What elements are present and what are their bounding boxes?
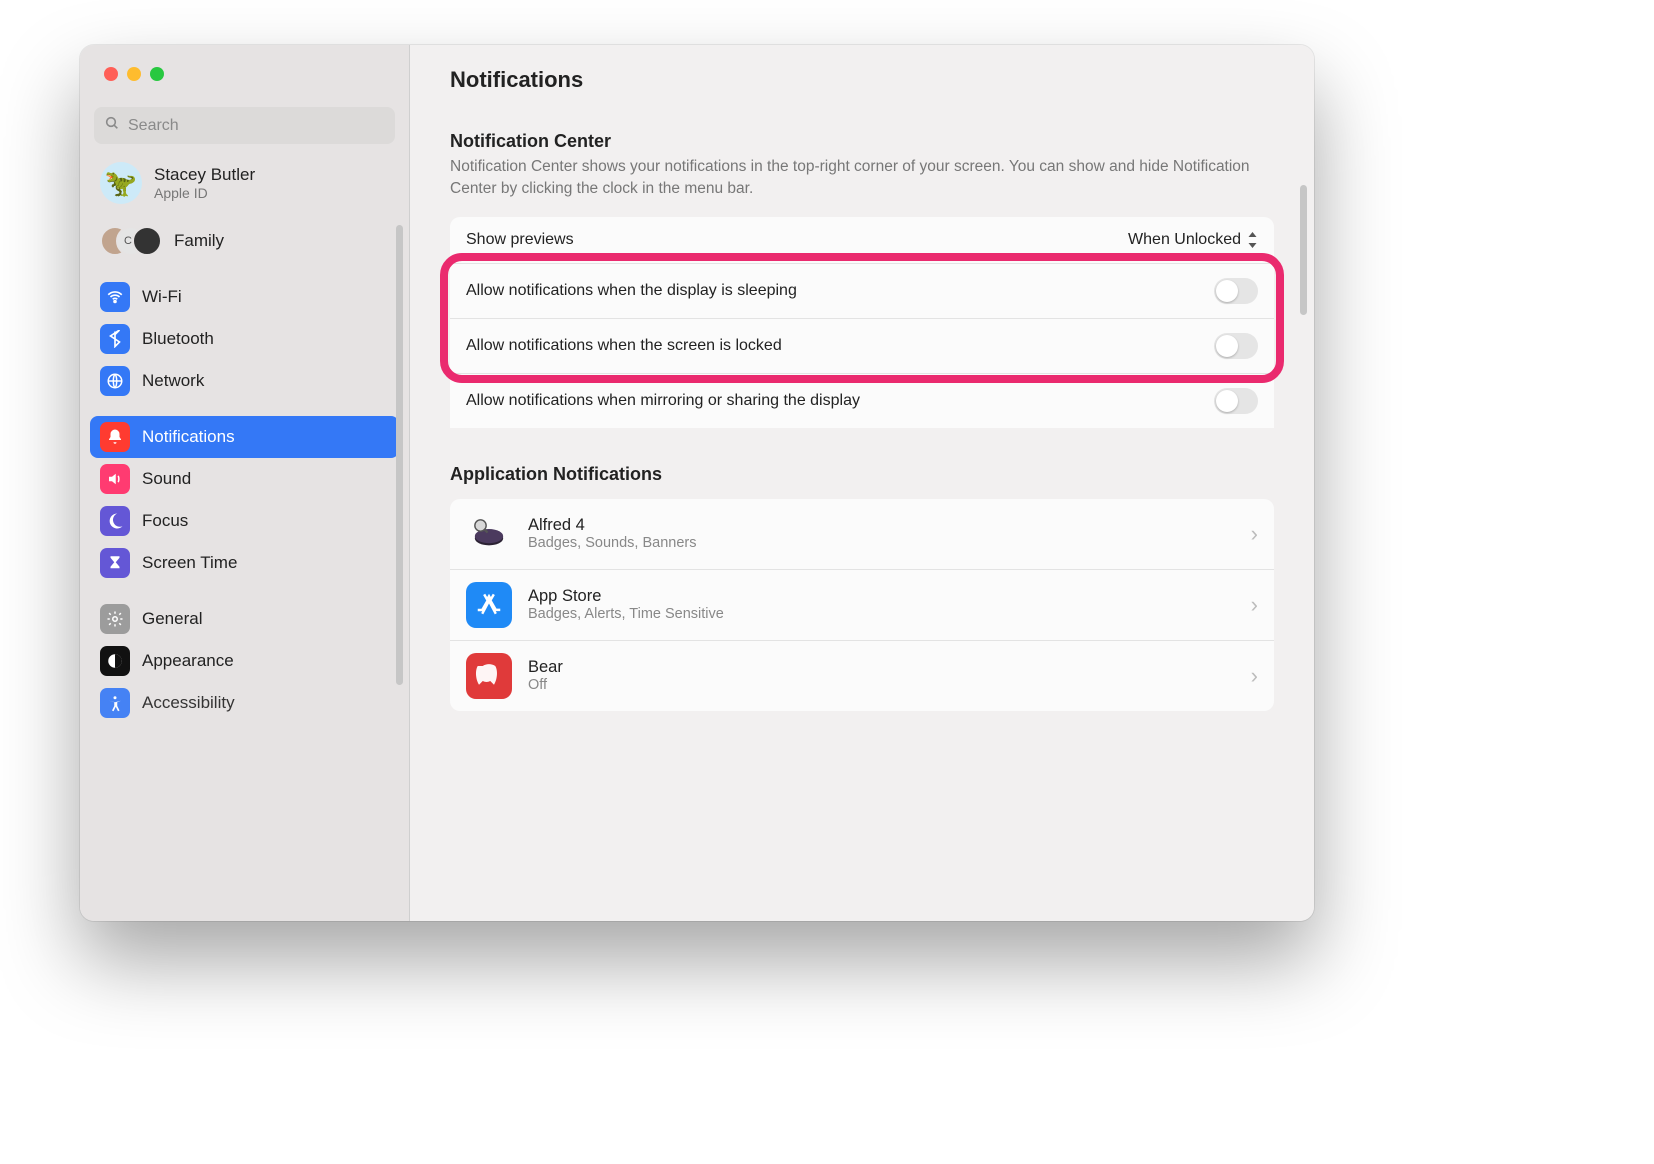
- chevron-right-icon: ›: [1251, 663, 1258, 689]
- setting-row: Show previews When Unlocked: [450, 217, 1274, 263]
- sidebar-item-label: Accessibility: [142, 693, 235, 713]
- sidebar-item-accessibility[interactable]: Accessibility: [90, 682, 399, 724]
- section-title: Application Notifications: [450, 464, 1274, 485]
- app-name: App Store: [528, 587, 724, 606]
- sidebar-item-notifications[interactable]: Notifications: [90, 416, 399, 458]
- sidebar-item-bluetooth[interactable]: Bluetooth: [90, 318, 399, 360]
- appstore-icon: [466, 582, 512, 628]
- sound-icon: [100, 464, 130, 494]
- sidebar-item-wi-fi[interactable]: Wi-Fi: [90, 276, 399, 318]
- toggle-switch[interactable]: [1214, 278, 1258, 304]
- sidebar-item-general[interactable]: General: [90, 598, 399, 640]
- family-avatars: CL: [100, 226, 162, 256]
- chevron-up-down-icon: [1247, 232, 1258, 248]
- app-notifications-card: Alfred 4Badges, Sounds, Banners›App Stor…: [450, 499, 1274, 711]
- sidebar-item-label: Notifications: [142, 427, 235, 447]
- sidebar-item-screen-time[interactable]: Screen Time: [90, 542, 399, 584]
- app-name: Alfred 4: [528, 516, 696, 535]
- app-sub: Badges, Alerts, Time Sensitive: [528, 606, 724, 622]
- notification-center-section: Notification Center Notification Center …: [450, 131, 1274, 201]
- sidebar-item-label: Sound: [142, 469, 191, 489]
- app-notifications-section: Application Notifications Alfred 4Badges…: [450, 464, 1274, 711]
- user-avatar: 🦖: [100, 162, 142, 204]
- select-value: When Unlocked: [1128, 231, 1241, 249]
- focus-icon: [100, 506, 130, 536]
- sidebar-apple-id[interactable]: 🦖 Stacey Butler Apple ID: [90, 158, 399, 214]
- main-scrollbar[interactable]: [1300, 185, 1307, 315]
- page-header: Notifications: [410, 45, 1314, 105]
- section-desc: Notification Center shows your notificat…: [450, 156, 1274, 201]
- sidebar-item-label: Family: [174, 231, 224, 251]
- sidebar-item-label: Wi-Fi: [142, 287, 182, 307]
- alfred-icon: [466, 511, 512, 557]
- sidebar-item-label: Network: [142, 371, 204, 391]
- search-field[interactable]: [94, 107, 395, 144]
- chevron-right-icon: ›: [1251, 521, 1258, 547]
- show-previews-select[interactable]: When Unlocked: [1128, 231, 1258, 249]
- minimize-window-button[interactable]: [127, 67, 141, 81]
- wifi-icon: [100, 282, 130, 312]
- sidebar-item-label: Appearance: [142, 651, 234, 671]
- search-icon: [104, 115, 120, 136]
- sidebar-item-label: General: [142, 609, 202, 629]
- user-name: Stacey Butler: [154, 165, 255, 185]
- appearance-icon: [100, 646, 130, 676]
- sidebar-family[interactable]: CL Family: [90, 220, 399, 262]
- user-sub: Apple ID: [154, 185, 255, 201]
- sidebar-scroll: 🦖 Stacey Butler Apple ID CL Family Wi-Fi…: [80, 158, 409, 921]
- toggle-switch[interactable]: [1214, 388, 1258, 414]
- main-content: Notifications Notification Center Notifi…: [410, 45, 1314, 921]
- app-name: Bear: [528, 658, 563, 677]
- row-label: Allow notifications when the screen is l…: [466, 337, 782, 355]
- sidebar-item-appearance[interactable]: Appearance: [90, 640, 399, 682]
- search-input[interactable]: [128, 117, 385, 135]
- close-window-button[interactable]: [104, 67, 118, 81]
- toggle-switch[interactable]: [1214, 333, 1258, 359]
- chevron-right-icon: ›: [1251, 592, 1258, 618]
- sidebar: 🦖 Stacey Butler Apple ID CL Family Wi-Fi…: [80, 45, 410, 921]
- bell-icon: [100, 422, 130, 452]
- app-notification-row[interactable]: Alfred 4Badges, Sounds, Banners ›: [450, 499, 1274, 569]
- window-controls: [80, 45, 409, 81]
- app-sub: Badges, Sounds, Banners: [528, 535, 696, 551]
- setting-row: Allow notifications when the display is …: [450, 263, 1274, 318]
- page-title: Notifications: [450, 67, 1274, 93]
- bluetooth-icon: [100, 324, 130, 354]
- sidebar-item-label: Screen Time: [142, 553, 237, 573]
- sidebar-item-sound[interactable]: Sound: [90, 458, 399, 500]
- settings-window: 🦖 Stacey Butler Apple ID CL Family Wi-Fi…: [80, 45, 1314, 921]
- screentime-icon: [100, 548, 130, 578]
- setting-row: Allow notifications when the screen is l…: [450, 318, 1274, 373]
- app-sub: Off: [528, 677, 563, 693]
- accessibility-icon: [100, 688, 130, 718]
- zoom-window-button[interactable]: [150, 67, 164, 81]
- row-label: Allow notifications when mirroring or sh…: [466, 392, 860, 410]
- app-notification-row[interactable]: App StoreBadges, Alerts, Time Sensitive ›: [450, 569, 1274, 640]
- app-notification-row[interactable]: BearOff ›: [450, 640, 1274, 711]
- network-icon: [100, 366, 130, 396]
- section-title: Notification Center: [450, 131, 1274, 152]
- sidebar-item-focus[interactable]: Focus: [90, 500, 399, 542]
- sidebar-item-label: Bluetooth: [142, 329, 214, 349]
- general-icon: [100, 604, 130, 634]
- sidebar-item-network[interactable]: Network: [90, 360, 399, 402]
- sidebar-item-label: Focus: [142, 511, 188, 531]
- setting-row: Allow notifications when mirroring or sh…: [450, 373, 1274, 428]
- notification-center-card: Show previews When Unlocked Allow notifica…: [450, 217, 1274, 428]
- sidebar-scrollbar[interactable]: [396, 225, 403, 685]
- row-label: Allow notifications when the display is …: [466, 282, 797, 300]
- row-label: Show previews: [466, 231, 574, 249]
- bear-icon: [466, 653, 512, 699]
